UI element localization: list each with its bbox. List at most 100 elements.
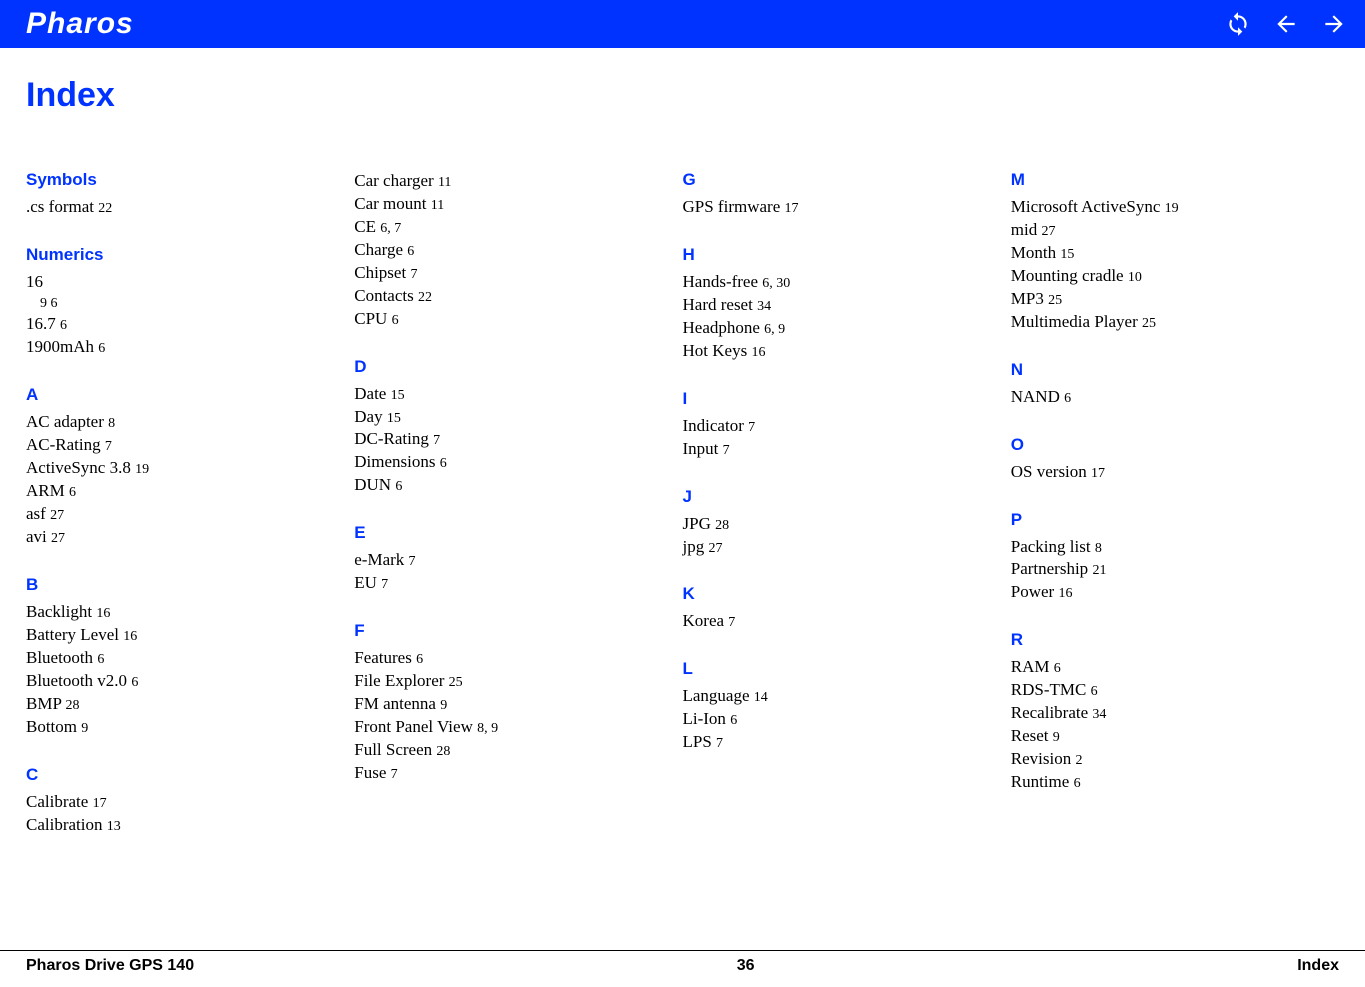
index-entry[interactable]: 1900mAh 6 [26,336,334,359]
index-entry[interactable]: Charge 6 [354,239,662,262]
index-entry[interactable]: OS version 17 [1011,461,1319,484]
index-section: O OS version 17 [1011,435,1319,484]
index-entry[interactable]: Calibration 13 [26,814,334,837]
index-entry[interactable]: Front Panel View 8, 9 [354,716,662,739]
back-icon[interactable] [1273,11,1299,37]
section-heading: I [683,389,991,409]
index-entry[interactable]: .cs format 22 [26,196,334,219]
section-heading: G [683,170,991,190]
index-entry[interactable]: Recalibrate 34 [1011,702,1319,725]
index-entry[interactable]: 16 [26,271,334,294]
index-entry[interactable]: Partnership 21 [1011,558,1319,581]
index-entry[interactable]: Korea 7 [683,610,991,633]
index-entry[interactable]: FM antenna 9 [354,693,662,716]
index-section: JJPG 28jpg 27 [683,487,991,559]
index-entry[interactable]: Headphone 6, 9 [683,317,991,340]
index-entry[interactable]: Month 15 [1011,242,1319,265]
index-sub-entry[interactable]: 9 6 [26,294,334,314]
index-entry[interactable]: Language 14 [683,685,991,708]
index-entry[interactable]: CPU 6 [354,308,662,331]
index-entry[interactable]: GPS firmware 17 [683,196,991,219]
index-entry[interactable]: asf 27 [26,503,334,526]
index-entry[interactable]: Multimedia Player 25 [1011,311,1319,334]
footer-left: Pharos Drive GPS 140 [26,957,194,975]
index-entry[interactable]: Car charger 11 [354,170,662,193]
index-entry[interactable]: Runtime 6 [1011,771,1319,794]
index-entry[interactable]: NAND 6 [1011,386,1319,409]
index-entry[interactable]: MP3 25 [1011,288,1319,311]
index-entry[interactable]: Date 15 [354,383,662,406]
index-section: BBacklight 16Battery Level 16Bluetooth 6… [26,575,334,739]
index-section: K Korea 7 [683,584,991,633]
index-entry[interactable]: RDS-TMC 6 [1011,679,1319,702]
footer-page-number: 36 [737,957,755,975]
index-entry[interactable]: Packing list 8 [1011,536,1319,559]
index-entry[interactable]: EU 7 [354,572,662,595]
index-entry[interactable]: CE 6, 7 [354,216,662,239]
index-entry[interactable]: jpg 27 [683,536,991,559]
section-heading: E [354,523,662,543]
index-entry[interactable]: File Explorer 25 [354,670,662,693]
index-section: G GPS firmware 17 [683,170,991,219]
index-entry[interactable]: DUN 6 [354,474,662,497]
index-entry[interactable]: Power 16 [1011,581,1319,604]
index-entry[interactable]: Mounting cradle 10 [1011,265,1319,288]
section-heading: F [354,621,662,641]
index-entry[interactable]: Full Screen 28 [354,739,662,762]
index-entry[interactable]: Bottom 9 [26,716,334,739]
index-entry[interactable]: Battery Level 16 [26,624,334,647]
index-entry[interactable]: AC-Rating 7 [26,434,334,457]
section-heading: H [683,245,991,265]
index-entry[interactable]: Chipset 7 [354,262,662,285]
index-entry[interactable]: AC adapter 8 [26,411,334,434]
index-section: H Hands-free 6, 30Hard reset 34Headphone … [683,245,991,363]
index-entry[interactable]: Features 6 [354,647,662,670]
forward-icon[interactable] [1321,11,1347,37]
index-entry[interactable]: ARM 6 [26,480,334,503]
index-entry[interactable]: e-Mark 7 [354,549,662,572]
index-entry[interactable]: Day 15 [354,406,662,429]
index-entry[interactable]: Bluetooth v2.0 6 [26,670,334,693]
index-entry[interactable]: Contacts 22 [354,285,662,308]
index-section: NNAND 6 [1011,360,1319,409]
index-entry[interactable]: Input 7 [683,438,991,461]
index-entry[interactable]: BMP 28 [26,693,334,716]
index-entry[interactable]: 16.7 6 [26,313,334,336]
index-entry[interactable]: Hard reset 34 [683,294,991,317]
index-entry[interactable]: Microsoft ActiveSync 19 [1011,196,1319,219]
section-heading: O [1011,435,1319,455]
section-heading: L [683,659,991,679]
index-entry[interactable]: ActiveSync 3.8 19 [26,457,334,480]
index-entry[interactable]: Indicator 7 [683,415,991,438]
index-entry[interactable]: Revision 2 [1011,748,1319,771]
index-section: DDate 15Day 15DC-Rating 7Dimensions 6DUN… [354,357,662,498]
index-entry[interactable]: Bluetooth 6 [26,647,334,670]
index-entry[interactable]: Hot Keys 16 [683,340,991,363]
index-entry[interactable]: Calibrate 17 [26,791,334,814]
index-entry[interactable]: RAM 6 [1011,656,1319,679]
footer: Pharos Drive GPS 140 36 Index [0,950,1365,975]
index-section: RRAM 6RDS-TMC 6Recalibrate 34Reset 9Revi… [1011,630,1319,794]
index-content: Symbols.cs format 22 Numerics169 616.7 61… [26,170,1339,862]
index-entry[interactable]: Dimensions 6 [354,451,662,474]
index-entry[interactable]: Reset 9 [1011,725,1319,748]
index-section: FFeatures 6File Explorer 25FM antenna 9F… [354,621,662,785]
index-entry[interactable]: Car mount 11 [354,193,662,216]
index-section: AAC adapter 8AC-Rating 7ActiveSync 3.8 1… [26,385,334,549]
index-section: Numerics169 616.7 61900mAh 6 [26,245,334,359]
index-section: Symbols.cs format 22 [26,170,334,219]
index-entry[interactable]: Li-Ion 6 [683,708,991,731]
index-entry[interactable]: Backlight 16 [26,601,334,624]
index-entry[interactable]: DC-Rating 7 [354,428,662,451]
index-entry[interactable]: JPG 28 [683,513,991,536]
section-heading: K [683,584,991,604]
index-entry[interactable]: mid 27 [1011,219,1319,242]
index-section: L Language 14Li-Ion 6LPS 7 [683,659,991,754]
refresh-icon[interactable] [1225,11,1251,37]
index-entry[interactable]: Fuse 7 [354,762,662,785]
index-entry[interactable]: Hands-free 6, 30 [683,271,991,294]
nav-icon-group [1225,11,1347,37]
index-entry[interactable]: avi 27 [26,526,334,549]
index-section: MMicrosoft ActiveSync 19mid 27Month 15Mo… [1011,170,1319,334]
index-entry[interactable]: LPS 7 [683,731,991,754]
